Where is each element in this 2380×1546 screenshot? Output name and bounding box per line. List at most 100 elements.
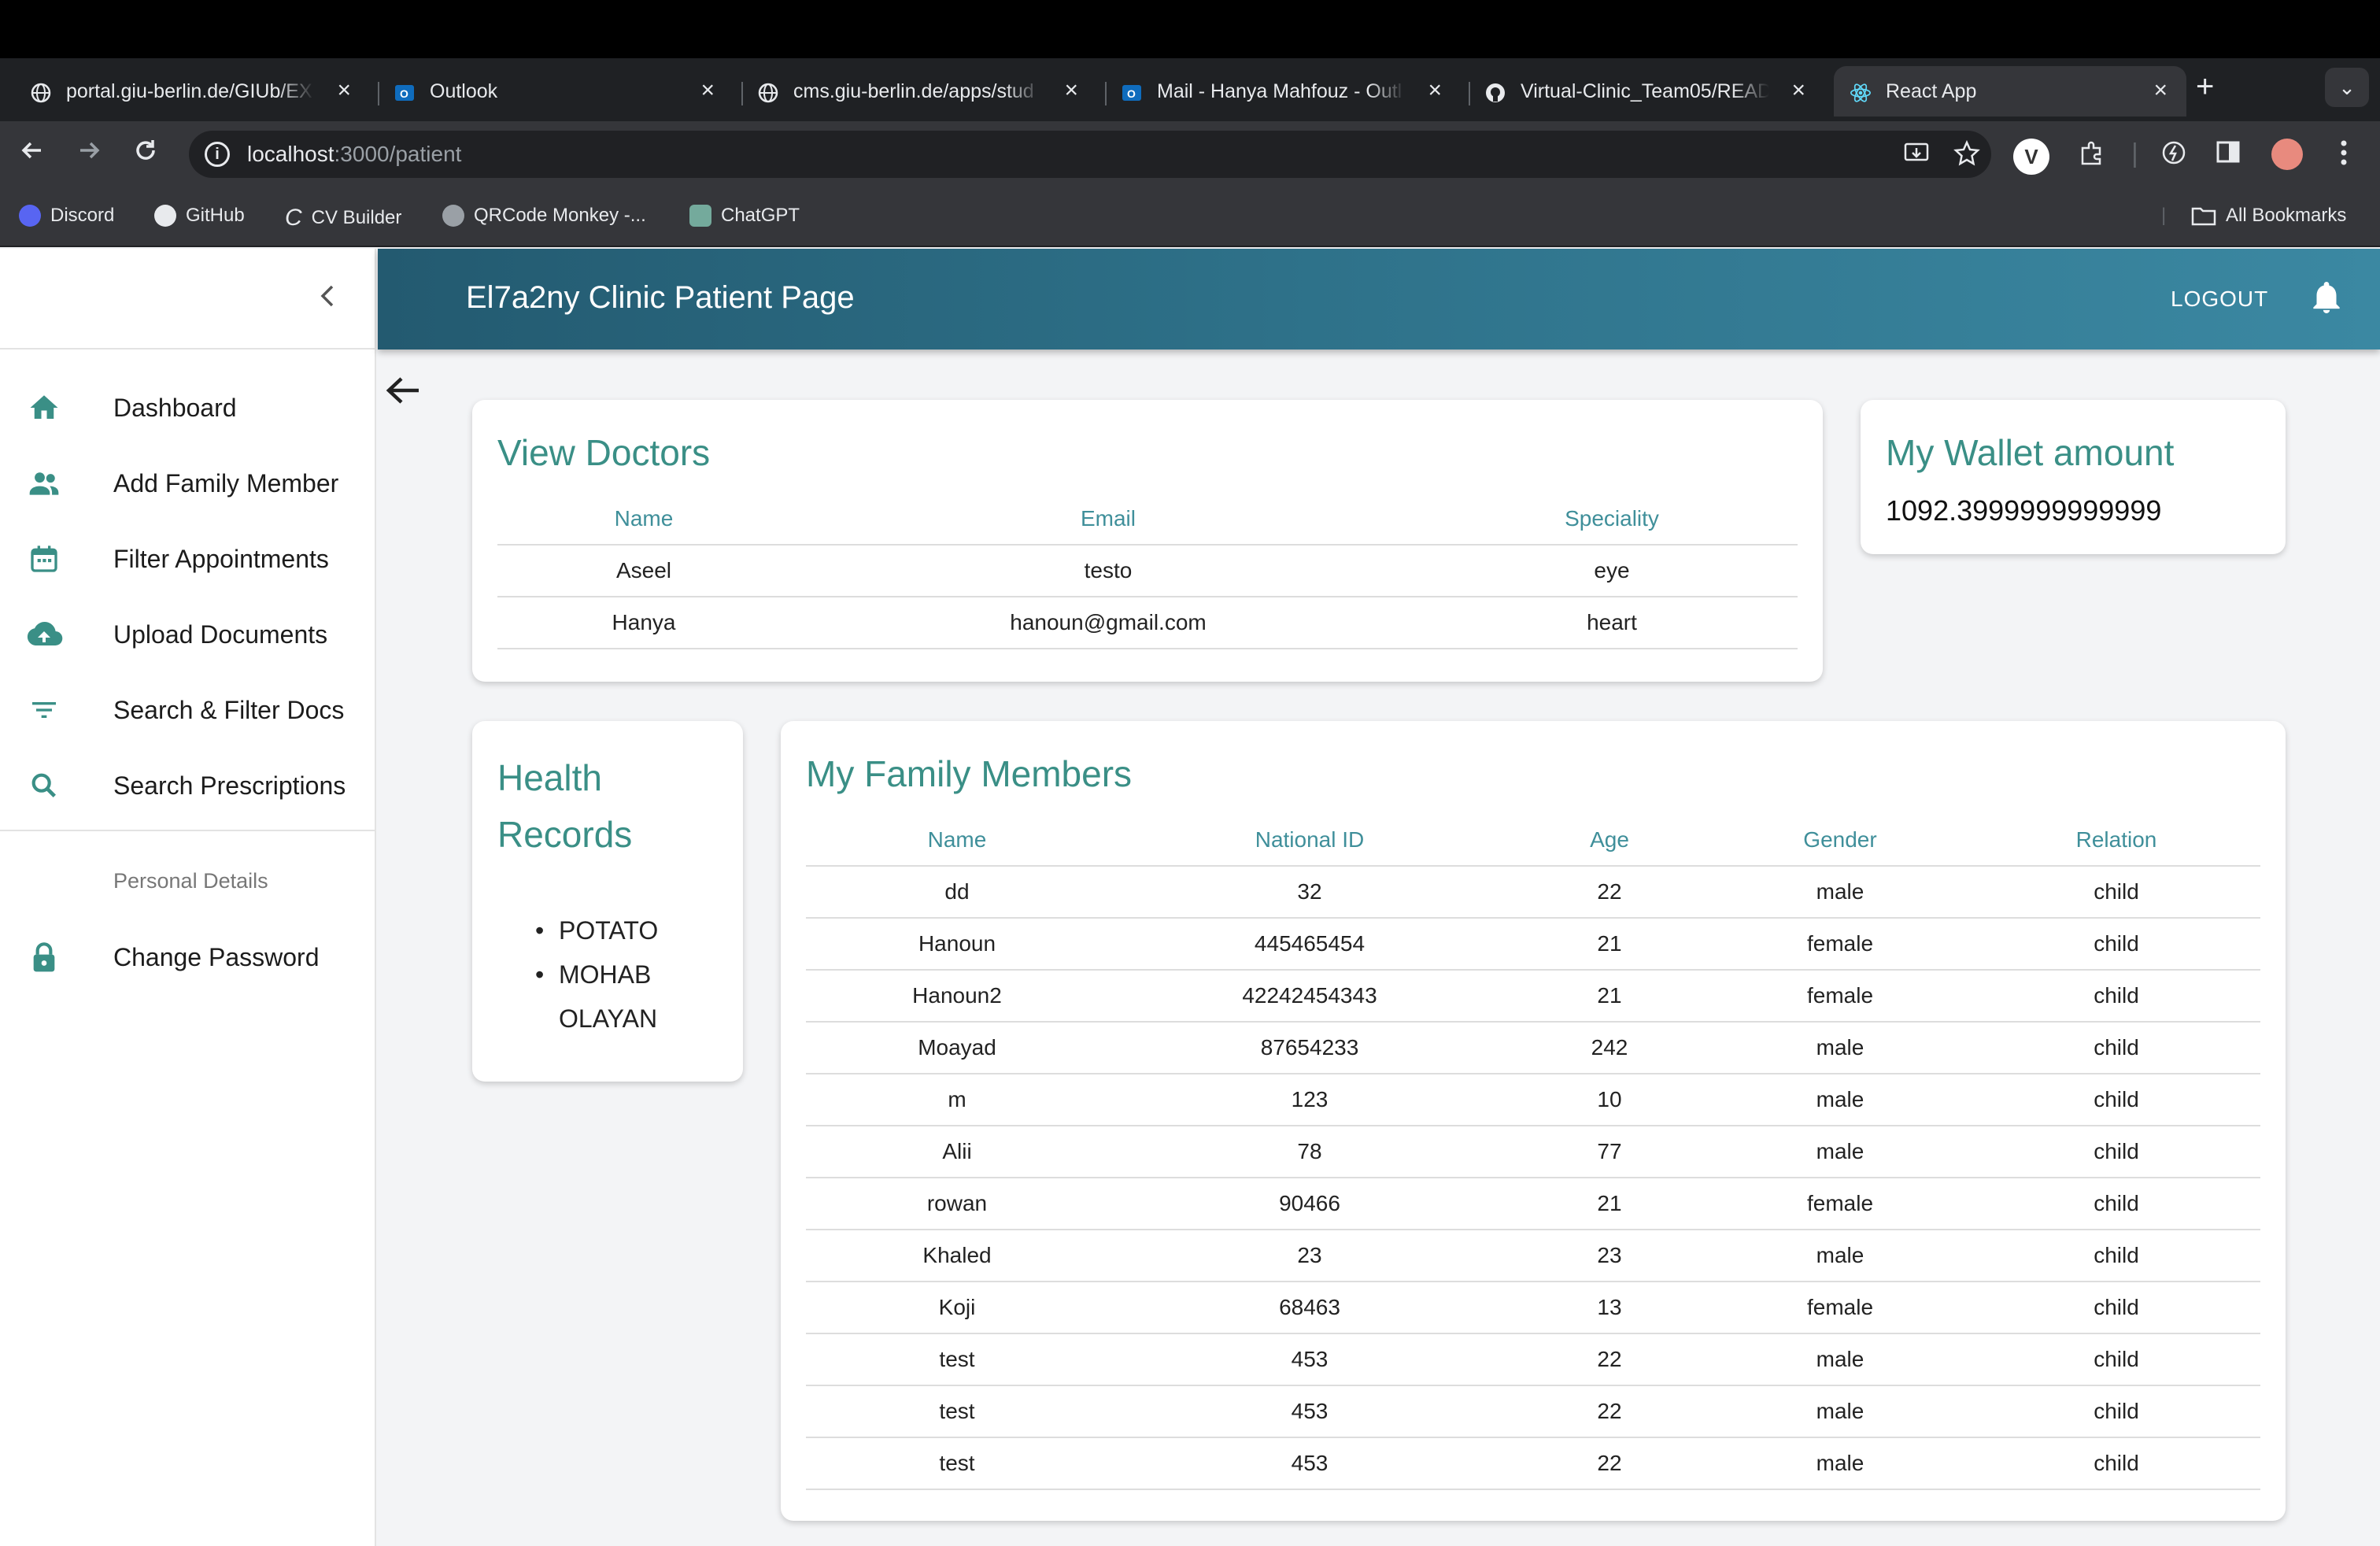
app-root: Dashboard Add Family Member Filter Appoi… xyxy=(0,249,2380,1546)
member-name: test xyxy=(806,1385,1108,1438)
back-button[interactable] xyxy=(19,137,46,171)
all-bookmarks-button[interactable]: All Bookmarks xyxy=(2191,205,2346,227)
member-national-id: 78 xyxy=(1108,1126,1511,1178)
table-row[interactable]: test 453 22 male child xyxy=(806,1385,2260,1438)
cv-builder-icon: C xyxy=(285,205,302,231)
folder-icon xyxy=(2191,207,2216,226)
install-app-icon[interactable] xyxy=(1903,140,1930,173)
sidebar-item-dashboard[interactable]: Dashboard xyxy=(0,370,376,446)
table-row[interactable]: Hanya hanoun@gmail.com heart xyxy=(497,597,1798,649)
new-tab-button[interactable]: + xyxy=(2196,69,2214,105)
member-name: dd xyxy=(806,866,1108,919)
member-national-id: 32 xyxy=(1108,866,1511,919)
table-row[interactable]: Aseel testo eye xyxy=(497,545,1798,597)
notifications-button[interactable] xyxy=(2311,280,2342,319)
browser-tab[interactable]: cms.giu-berlin.de/apps/stud × xyxy=(727,66,1097,117)
family-members-title: My Family Members xyxy=(806,753,1133,794)
star-icon[interactable] xyxy=(1953,139,1980,173)
browser-tab-active[interactable]: React App × xyxy=(1834,66,2186,117)
member-national-id: 123 xyxy=(1108,1074,1511,1126)
table-row[interactable]: test 453 22 male child xyxy=(806,1437,2260,1490)
table-row[interactable]: test 453 22 male child xyxy=(806,1333,2260,1386)
member-name: m xyxy=(806,1074,1108,1126)
github-icon xyxy=(154,205,176,227)
member-gender: male xyxy=(1708,1126,1972,1178)
bookmark-discord[interactable]: Discord xyxy=(19,205,114,227)
tab-title: portal.giu-berlin.de/GIUb/EX xyxy=(66,80,312,102)
table-row[interactable]: Koji 68463 13 female child xyxy=(806,1282,2260,1334)
forward-button[interactable] xyxy=(76,137,102,171)
browser-tab[interactable]: portal.giu-berlin.de/GIUb/EX × xyxy=(0,66,370,117)
extension-v-icon[interactable]: V xyxy=(2013,139,2049,175)
browser-tab[interactable]: O Mail - Hanya Mahfouz - Outl × xyxy=(1091,66,1461,117)
sidebar-item-filter-appointments[interactable]: Filter Appointments xyxy=(0,521,376,597)
member-name: test xyxy=(806,1333,1108,1386)
sidebar-header xyxy=(0,249,375,350)
sidebar-item-change-password[interactable]: Change Password xyxy=(0,919,376,995)
column-header[interactable]: Email xyxy=(790,493,1426,546)
close-icon[interactable]: × xyxy=(1428,77,1442,104)
table-row[interactable]: Hanoun2 42242454343 21 female child xyxy=(806,970,2260,1023)
os-top-bar xyxy=(0,0,2380,58)
home-icon xyxy=(25,389,63,427)
table-row[interactable]: dd 32 22 male child xyxy=(806,866,2260,919)
sidebar-item-add-family-member[interactable]: Add Family Member xyxy=(0,446,376,521)
extensions-icon[interactable] xyxy=(2078,139,2106,174)
table-row[interactable]: Alii 78 77 male child xyxy=(806,1126,2260,1178)
table-row[interactable]: rowan 90466 21 female child xyxy=(806,1178,2260,1230)
bookmark-qrcode-monkey[interactable]: QRCode Monkey -... xyxy=(442,205,646,227)
column-header[interactable]: National ID xyxy=(1108,814,1511,867)
member-relation: child xyxy=(1972,1437,2260,1490)
side-panel-icon[interactable] xyxy=(2215,139,2241,172)
logout-button[interactable]: LOGOUT xyxy=(2171,287,2268,312)
back-navigation-button[interactable] xyxy=(384,375,422,410)
sidebar-item-upload-documents[interactable]: Upload Documents xyxy=(0,597,376,672)
column-header[interactable]: Name xyxy=(806,814,1108,867)
address-bar[interactable]: i localhost:3000/patient xyxy=(189,131,1991,178)
tab-title: Mail - Hanya Mahfouz - Outl xyxy=(1157,80,1402,102)
close-icon[interactable]: × xyxy=(2153,77,2168,104)
column-header[interactable]: Speciality xyxy=(1426,493,1798,546)
discord-icon xyxy=(19,205,41,227)
app-header: El7a2ny Clinic Patient Page LOGOUT xyxy=(378,249,2380,350)
list-item: POTATO xyxy=(535,908,677,952)
toolbar-divider: | xyxy=(2131,139,2138,168)
browser-tab[interactable]: O Outlook × xyxy=(364,66,734,117)
sidebar-item-search-prescriptions[interactable]: Search Prescriptions xyxy=(0,748,376,823)
reload-button[interactable] xyxy=(132,137,159,171)
site-info-icon[interactable]: i xyxy=(205,142,230,167)
browser-tab[interactable]: Virtual-Clinic_Team05/READ × xyxy=(1454,66,1824,117)
more-menu-icon[interactable] xyxy=(2338,139,2350,174)
close-icon[interactable]: × xyxy=(700,77,715,104)
member-national-id: 23 xyxy=(1108,1230,1511,1282)
performance-icon[interactable] xyxy=(2160,139,2188,174)
member-relation: child xyxy=(1972,1126,2260,1178)
column-header[interactable]: Name xyxy=(497,493,790,546)
table-row[interactable]: m 123 10 male child xyxy=(806,1074,2260,1126)
bookmark-cv-builder[interactable]: C CV Builder xyxy=(285,205,401,231)
page-title: El7a2ny Clinic Patient Page xyxy=(466,280,855,315)
member-gender: female xyxy=(1708,918,1972,971)
arrow-right-icon xyxy=(80,142,100,159)
table-row[interactable]: Khaled 23 23 male child xyxy=(806,1230,2260,1282)
close-icon[interactable]: × xyxy=(337,77,351,104)
table-row[interactable]: Hanoun 445465454 21 female child xyxy=(806,918,2260,971)
bell-icon xyxy=(2313,282,2340,313)
close-icon[interactable]: × xyxy=(1064,77,1078,104)
column-header[interactable]: Age xyxy=(1511,814,1708,867)
member-name: Khaled xyxy=(806,1230,1108,1282)
tab-search-button[interactable]: ⌄ xyxy=(2325,68,2369,107)
close-icon[interactable]: × xyxy=(1791,77,1805,104)
chevron-left-icon xyxy=(320,285,334,307)
member-gender: female xyxy=(1708,970,1972,1023)
column-header[interactable]: Relation xyxy=(1972,814,2260,867)
member-age: 22 xyxy=(1511,866,1708,919)
profile-avatar[interactable] xyxy=(2271,139,2303,170)
sidebar-item-search-filter-docs[interactable]: Search & Filter Docs xyxy=(0,672,376,748)
bookmark-github[interactable]: GitHub xyxy=(154,205,245,227)
tab-title: Outlook xyxy=(430,80,498,102)
table-row[interactable]: Moayad 87654233 242 male child xyxy=(806,1022,2260,1074)
collapse-sidebar-button[interactable] xyxy=(318,280,337,320)
bookmark-chatgpt[interactable]: ChatGPT xyxy=(689,205,800,227)
column-header[interactable]: Gender xyxy=(1708,814,1972,867)
